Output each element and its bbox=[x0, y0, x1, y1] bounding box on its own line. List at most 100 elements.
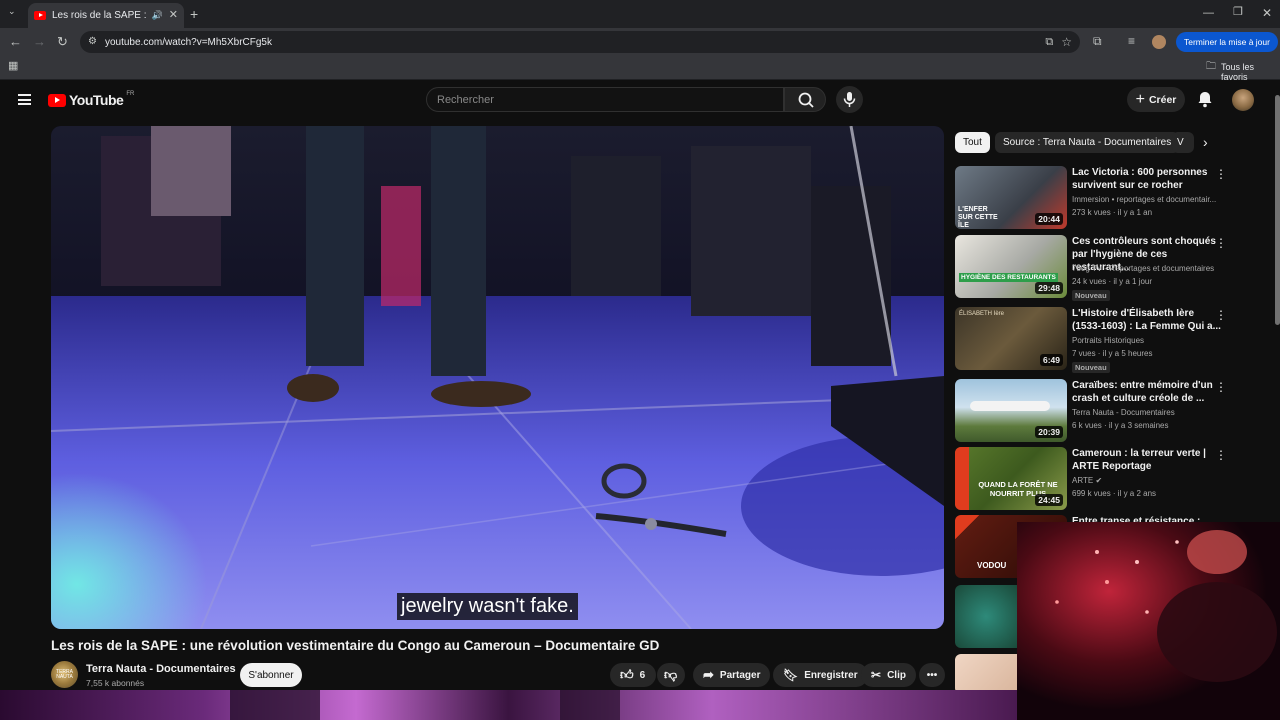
apps-grid-icon[interactable]: ▦ bbox=[8, 61, 18, 72]
hamburger-menu-icon[interactable] bbox=[18, 94, 31, 105]
recommendation-title: Caraïbes: entre mémoire d'un crash et cu… bbox=[1072, 380, 1213, 404]
reading-list-icon[interactable]: ≡ bbox=[1128, 35, 1135, 47]
all-bookmarks-link[interactable]: Tous les favoris bbox=[1221, 62, 1280, 82]
recommendation-item[interactable]: QUAND LA FORÊT NE NOURRIT PLUS 24:45 Cam… bbox=[955, 447, 1275, 513]
notifications-bell-icon[interactable] bbox=[1197, 90, 1213, 108]
extensions-icon[interactable]: ⧉ bbox=[1093, 35, 1102, 47]
create-button[interactable]: + Créer bbox=[1127, 87, 1185, 112]
clip-button[interactable]: ✂ Clip bbox=[861, 663, 916, 687]
video-player[interactable] bbox=[51, 126, 944, 629]
chip-source[interactable]: Source : Terra Nauta - Documentaires bbox=[995, 132, 1180, 153]
page-scrollbar[interactable] bbox=[1275, 95, 1280, 325]
close-window-icon[interactable]: ✕ bbox=[1262, 7, 1272, 19]
video-thumbnail: QUAND LA FORÊT NE NOURRIT PLUS 24:45 bbox=[955, 447, 1067, 510]
share-icon: ➦ bbox=[703, 667, 714, 682]
recommendation-item[interactable]: HYGIÈNE DES RESTAURANTS 29:48 Ces contrô… bbox=[955, 235, 1275, 301]
recommendation-meta: 24 k vues · il y a 1 jour bbox=[1072, 277, 1153, 286]
share-label: Partager bbox=[719, 669, 761, 681]
more-vertical-icon[interactable]: ⋮ bbox=[1215, 448, 1227, 462]
more-vertical-icon[interactable]: ⋮ bbox=[1215, 167, 1227, 181]
new-tab-icon[interactable]: + bbox=[190, 7, 198, 21]
bookmark-star-icon[interactable]: ☆ bbox=[1061, 36, 1072, 48]
speaker-icon[interactable]: 🔊 bbox=[152, 11, 163, 20]
new-badge: Nouveau bbox=[1072, 362, 1110, 373]
chip-all[interactable]: Tout bbox=[955, 132, 990, 153]
more-actions-button[interactable]: ••• bbox=[919, 663, 945, 687]
chip-more[interactable]: V bbox=[1172, 132, 1194, 153]
tab-title: Les rois de la SAPE : une ré bbox=[52, 10, 146, 21]
browser-toolbar: ← → ↻ ⚙ youtube.com/watch?v=Mh5XbrCFg5k … bbox=[0, 28, 1280, 56]
thumbnail-text: ÉLISABETH Ière bbox=[959, 311, 1005, 317]
minimize-icon[interactable]: — bbox=[1203, 8, 1214, 19]
more-vertical-icon[interactable]: ⋮ bbox=[1215, 380, 1227, 394]
recommendation-channel: Immersion • reportages et documentair... bbox=[1072, 195, 1217, 204]
more-vertical-icon[interactable]: ⋮ bbox=[1215, 308, 1227, 322]
profile-avatar[interactable] bbox=[1152, 35, 1166, 49]
subscribe-button[interactable]: S'abonner bbox=[240, 663, 302, 687]
recommendation-item[interactable]: ÉLISABETH Ière 6:49 L'Histoire d'Élisabe… bbox=[955, 307, 1275, 373]
search-input[interactable]: Rechercher bbox=[426, 87, 784, 112]
recommendation-channel: Terra Nauta - Documentaires bbox=[1072, 408, 1175, 417]
more-vertical-icon[interactable]: ⋮ bbox=[1215, 236, 1227, 250]
folder-icon: 🗀 bbox=[1206, 61, 1216, 72]
create-label: Créer bbox=[1148, 93, 1177, 106]
video-title: Les rois de la SAPE : une révolution ves… bbox=[51, 638, 660, 653]
bookmark-icon: 🔖︎ bbox=[783, 668, 799, 682]
recommendation-meta: 6 k vues · il y a 3 semaines bbox=[1072, 421, 1169, 430]
address-bar[interactable]: ⚙ youtube.com/watch?v=Mh5XbrCFg5k ⧉ ☆ bbox=[80, 31, 1080, 53]
clip-label: Clip bbox=[887, 669, 906, 681]
webcam-feed bbox=[1017, 522, 1280, 720]
logo-text: YouTube bbox=[69, 92, 124, 108]
video-thumbnail[interactable] bbox=[955, 585, 1017, 648]
webcam-overlay bbox=[1017, 522, 1280, 720]
recommendation-title: L'Histoire d'Élisabeth Ière (1533-1603) … bbox=[1072, 308, 1221, 332]
recommendation-title: Lac Victoria : 600 personnes survivent s… bbox=[1072, 167, 1208, 191]
back-icon[interactable]: ← bbox=[9, 35, 22, 48]
subscriber-count: 7,55 k abonnés bbox=[86, 678, 145, 688]
url-text: youtube.com/watch?v=Mh5XbrCFg5k bbox=[104, 36, 272, 48]
wallpaper-fragment bbox=[0, 690, 1017, 720]
reload-icon[interactable]: ↻ bbox=[57, 35, 68, 48]
bookmarks-bar: ▦ 🗀 Tous les favoris bbox=[0, 56, 1280, 82]
update-button[interactable]: Terminer la mise à jour bbox=[1176, 32, 1278, 52]
save-button[interactable]: 🔖︎ Enregistrer bbox=[773, 663, 868, 687]
channel-avatar-text: TERRA NAUTA bbox=[56, 668, 73, 680]
country-code: FR bbox=[126, 91, 135, 97]
search-button[interactable] bbox=[784, 87, 826, 112]
duration-badge: 29:48 bbox=[1035, 282, 1063, 294]
desktop-background-strip bbox=[0, 690, 1017, 720]
recommendation-item[interactable]: 20:39 Caraïbes: entre mémoire d'un crash… bbox=[955, 379, 1275, 445]
install-app-icon[interactable]: ⧉ bbox=[1045, 36, 1053, 48]
maximize-icon[interactable]: ❐ bbox=[1233, 7, 1243, 18]
user-avatar[interactable] bbox=[1232, 89, 1254, 111]
plus-icon: + bbox=[1135, 90, 1145, 108]
duration-badge: 6:49 bbox=[1039, 354, 1063, 366]
channel-avatar[interactable]: TERRA NAUTA bbox=[51, 661, 78, 688]
video-thumbnail: ÉLISABETH Ière 6:49 bbox=[955, 307, 1067, 370]
tab-search-icon[interactable]: ⌄ bbox=[8, 7, 16, 16]
video-frame bbox=[51, 126, 944, 629]
browser-tab-bar: ⌄ Les rois de la SAPE : une ré 🔊 ✕ + — ❐… bbox=[0, 0, 1280, 28]
chevron-right-icon[interactable]: › bbox=[1203, 134, 1208, 150]
youtube-logo[interactable]: YouTube FR bbox=[48, 91, 135, 108]
close-tab-icon[interactable]: ✕ bbox=[169, 10, 178, 21]
recommendation-meta: 273 k vues · il y a 1 an bbox=[1072, 208, 1153, 217]
recommendation-channel: Portraits Historiques bbox=[1072, 336, 1145, 345]
channel-name[interactable]: Terra Nauta - Documentaires bbox=[86, 663, 236, 675]
verified-icon: ✔ bbox=[1095, 476, 1103, 485]
voice-search-button[interactable] bbox=[836, 86, 863, 113]
share-button[interactable]: ➦ Partager bbox=[693, 663, 771, 687]
video-thumbnail[interactable] bbox=[955, 654, 1017, 694]
like-count: 6 bbox=[639, 669, 646, 681]
recommendation-title: Cameroun : la terreur verte | ARTE Repor… bbox=[1072, 448, 1206, 472]
like-button[interactable]: 👍︎ 6 bbox=[610, 663, 656, 687]
site-info-icon[interactable]: ⚙ bbox=[88, 37, 97, 47]
forward-icon[interactable]: → bbox=[33, 35, 46, 48]
recommendation-item[interactable]: L'ENFER SUR CETTE ÎLE 20:44 Lac Victoria… bbox=[955, 166, 1275, 232]
recommendation-channel: 750g TV - Reportages et documentaires bbox=[1072, 264, 1215, 273]
scissors-icon: ✂ bbox=[871, 668, 882, 682]
dislike-button[interactable]: 👎︎ bbox=[657, 663, 685, 687]
video-thumbnail: L'ENFER SUR CETTE ÎLE 20:44 bbox=[955, 166, 1067, 229]
browser-tab[interactable]: Les rois de la SAPE : une ré 🔊 ✕ bbox=[28, 3, 184, 28]
video-thumbnail: HYGIÈNE DES RESTAURANTS 29:48 bbox=[955, 235, 1067, 298]
